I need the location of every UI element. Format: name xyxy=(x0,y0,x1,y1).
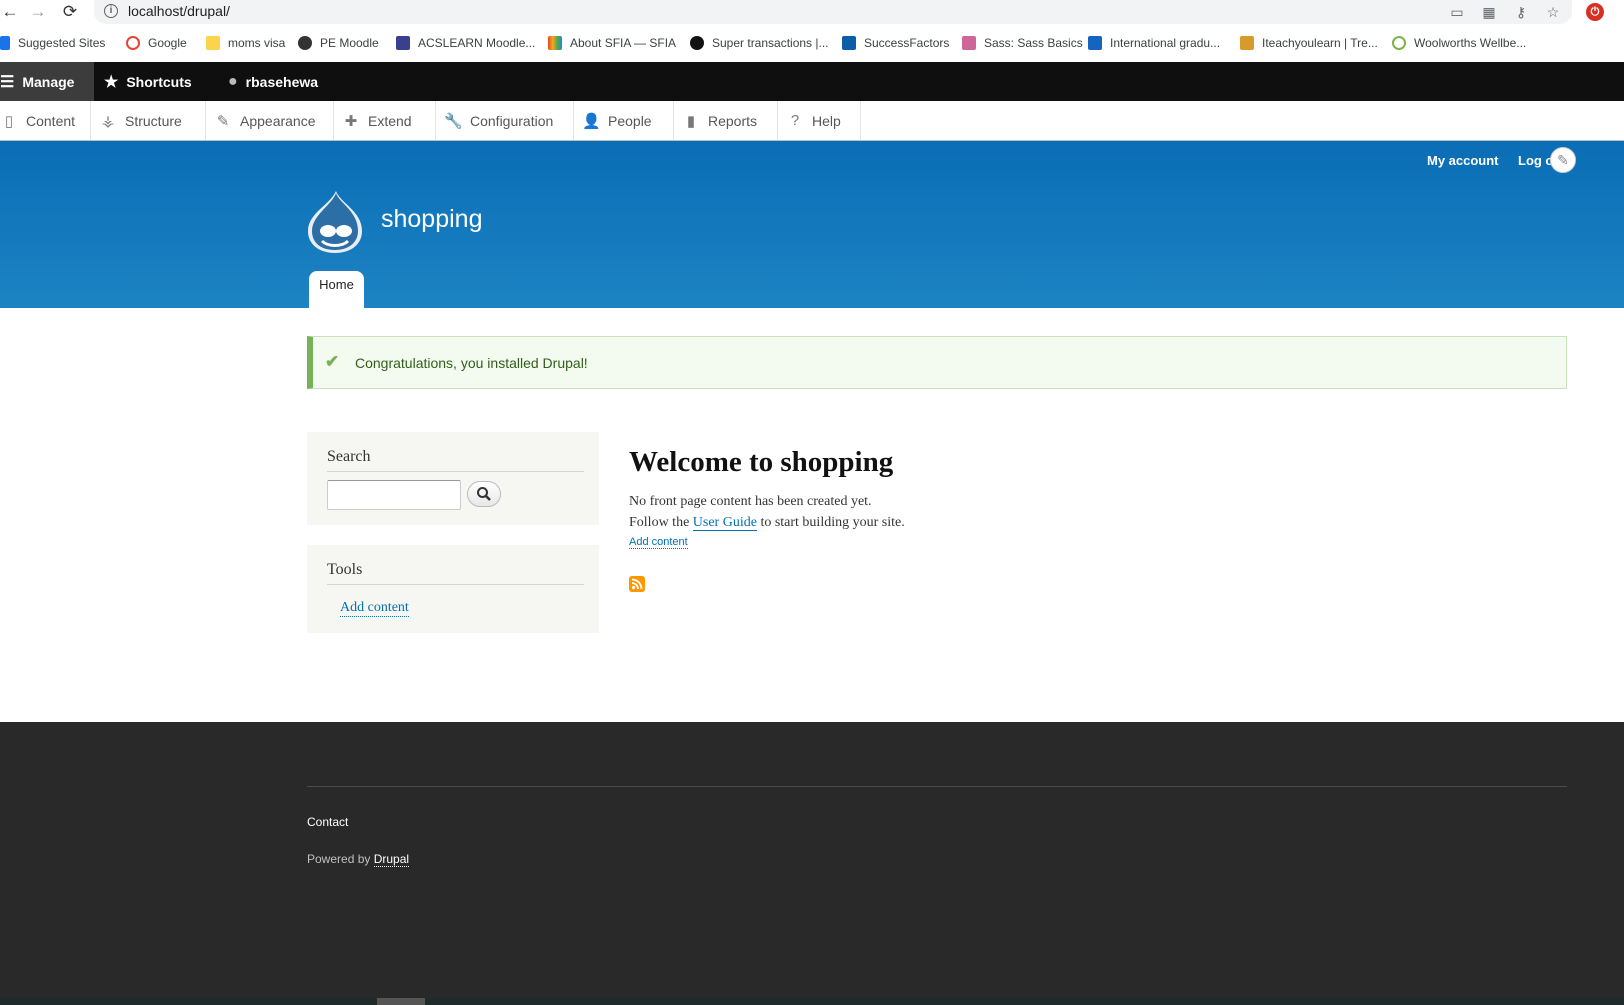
browser-address-bar: ← → ⟳ i localhost/drupal/ ▭ ▦ ⚷ ☆ ⏻ xyxy=(0,0,1624,24)
sass-icon xyxy=(962,36,976,50)
star-icon[interactable]: ☆ xyxy=(1544,3,1562,21)
no-content-text: No front page content has been created y… xyxy=(629,494,872,509)
tools-block: Tools Add content xyxy=(307,545,599,633)
my-account-link[interactable]: My account xyxy=(1427,153,1499,168)
menu-extend[interactable]: ✚ Extend xyxy=(334,101,436,140)
bookmarks-bar: Suggested Sites Google moms visa PE Mood… xyxy=(0,30,1624,56)
bar-chart-icon: ▮ xyxy=(686,112,696,130)
bookmark-item[interactable]: Woolworths Wellbe... xyxy=(1392,34,1526,52)
file-icon: ▯ xyxy=(4,112,14,130)
page-title: Welcome to shopping xyxy=(629,446,894,478)
search-block: Search xyxy=(307,432,599,525)
puzzle-icon: ✚ xyxy=(344,112,358,130)
bookmark-item[interactable]: Suggested Sites xyxy=(0,34,105,52)
bookmark-item[interactable]: International gradu... xyxy=(1088,34,1220,52)
folder-icon xyxy=(206,36,220,50)
check-icon: ✔ xyxy=(325,352,340,371)
bookmark-item[interactable]: SuccessFactors xyxy=(842,34,949,52)
search-block-title: Search xyxy=(327,448,371,465)
menu-configuration[interactable]: 🔧 Configuration xyxy=(436,101,574,140)
globe-icon xyxy=(690,36,704,50)
menu-people[interactable]: 👤 People xyxy=(574,101,674,140)
bookmark-item[interactable]: ACSLEARN Moodle... xyxy=(396,34,535,52)
woolworths-icon xyxy=(1392,36,1406,50)
search-input[interactable] xyxy=(327,480,461,510)
sfia-icon xyxy=(548,36,562,50)
scrollbar-thumb[interactable] xyxy=(377,998,425,1005)
divider xyxy=(327,584,584,585)
tools-add-content-link[interactable]: Add content xyxy=(340,600,409,617)
bookmark-item[interactable]: Sass: Sass Basics xyxy=(962,34,1083,52)
extension-icon[interactable]: ⏻ xyxy=(1586,3,1604,21)
user-guide-link[interactable]: User Guide xyxy=(692,515,757,531)
contact-link[interactable]: Contact xyxy=(307,815,348,829)
admin-toolbar: ☰ Manage ★ Shortcuts ● rbasehewa xyxy=(0,62,1624,101)
bookmark-item[interactable]: About SFIA — SFIA xyxy=(548,34,676,52)
menu-help[interactable]: ? Help xyxy=(778,101,861,140)
reload-icon[interactable]: ⟳ xyxy=(60,2,80,22)
rss-feed-icon[interactable] xyxy=(629,576,645,592)
key-icon[interactable]: ⚷ xyxy=(1512,3,1530,21)
status-message: ✔ Congratulations, you installed Drupal! xyxy=(307,336,1567,389)
bookmark-item[interactable]: Iteachyoulearn | Tre... xyxy=(1240,34,1378,52)
search-button[interactable] xyxy=(467,481,501,507)
url-text[interactable]: localhost/drupal/ xyxy=(128,3,230,19)
drupal-link[interactable]: Drupal xyxy=(373,852,410,867)
qr-icon[interactable]: ▦ xyxy=(1480,3,1498,21)
divider xyxy=(327,471,584,472)
back-icon[interactable]: ← xyxy=(0,2,20,22)
user-icon: ● xyxy=(228,72,238,90)
star-icon: ★ xyxy=(104,73,119,91)
tools-block-title: Tools xyxy=(327,561,363,578)
wrench-icon: 🔧 xyxy=(444,112,463,130)
people-icon: 👤 xyxy=(582,112,601,130)
bookmark-item[interactable]: Super transactions |... xyxy=(690,34,829,52)
intl-icon xyxy=(1088,36,1102,50)
cast-icon[interactable]: ▭ xyxy=(1448,3,1466,21)
site-footer: Contact Powered by Drupal xyxy=(0,722,1624,1005)
hamburger-icon: ☰ xyxy=(0,73,15,91)
menu-reports[interactable]: ▮ Reports xyxy=(674,101,778,140)
pencil-icon[interactable]: ✎ xyxy=(1550,147,1576,173)
omnibox[interactable]: i localhost/drupal/ ▭ ▦ ⚷ ☆ xyxy=(94,0,1572,24)
bookmark-item[interactable]: PE Moodle xyxy=(298,34,379,52)
tab-home[interactable]: Home xyxy=(309,271,364,308)
user-guide-line: Follow the User Guide to start building … xyxy=(629,515,905,531)
bookmark-item[interactable]: moms visa xyxy=(206,34,285,52)
manage-button[interactable]: ☰ Manage xyxy=(0,62,94,101)
add-content-link[interactable]: Add content xyxy=(629,536,688,549)
forward-icon[interactable]: → xyxy=(28,2,48,22)
site-header: My account Log o ✎ shopping Home xyxy=(0,141,1624,308)
paintbrush-icon: ✎ xyxy=(216,112,230,130)
search-icon xyxy=(477,487,491,501)
menu-appearance[interactable]: ✎ Appearance xyxy=(206,101,334,140)
info-icon[interactable]: i xyxy=(104,4,118,18)
admin-menu-tray: ▯ Content ⚶ Structure ✎ Appearance ✚ Extend … xyxy=(0,101,1624,141)
shortcuts-button[interactable]: ★ Shortcuts xyxy=(104,62,192,101)
menu-content[interactable]: ▯ Content xyxy=(0,101,91,140)
successfactors-icon xyxy=(842,36,856,50)
drupal-logo[interactable] xyxy=(306,189,364,255)
bing-icon xyxy=(0,36,10,50)
footer-divider xyxy=(307,786,1567,787)
user-button[interactable]: ● rbasehewa xyxy=(228,62,318,101)
google-icon xyxy=(126,36,140,50)
menu-structure[interactable]: ⚶ Structure xyxy=(91,101,206,140)
shield-icon xyxy=(396,36,410,50)
trello-icon xyxy=(1240,36,1254,50)
bookmark-item[interactable]: Google xyxy=(126,34,187,52)
sitemap-icon: ⚶ xyxy=(101,112,115,130)
horizontal-scrollbar[interactable] xyxy=(0,998,1624,1005)
log-out-link[interactable]: Log o xyxy=(1518,153,1553,168)
moodle-icon xyxy=(298,36,312,50)
site-name[interactable]: shopping xyxy=(381,205,482,234)
status-text: Congratulations, you installed Drupal! xyxy=(355,355,588,371)
help-icon: ? xyxy=(790,112,800,129)
powered-by: Powered by Drupal xyxy=(307,852,410,867)
